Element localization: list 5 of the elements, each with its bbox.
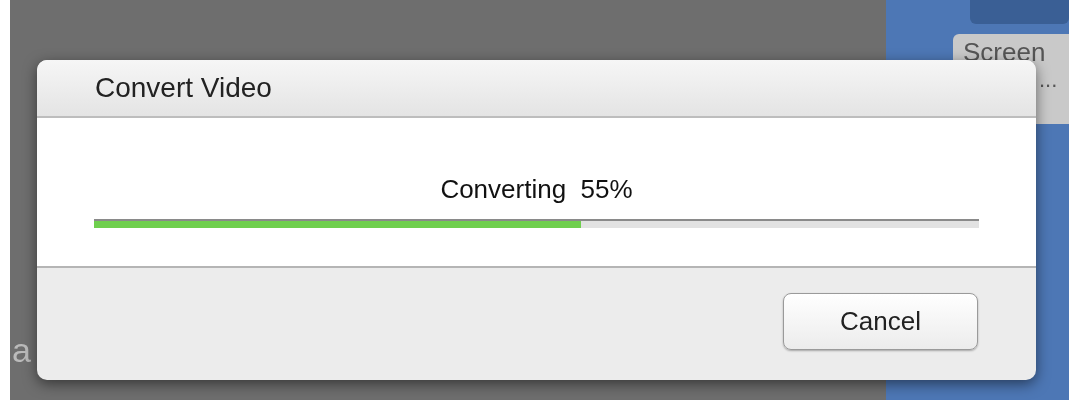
cancel-button[interactable]: Cancel — [783, 293, 978, 350]
progress-status: Converting 55% — [440, 173, 633, 206]
background-label: a — [12, 330, 31, 371]
dialog-title: Convert Video — [95, 71, 272, 105]
side-card-subtitle: ... — [1038, 66, 1059, 94]
